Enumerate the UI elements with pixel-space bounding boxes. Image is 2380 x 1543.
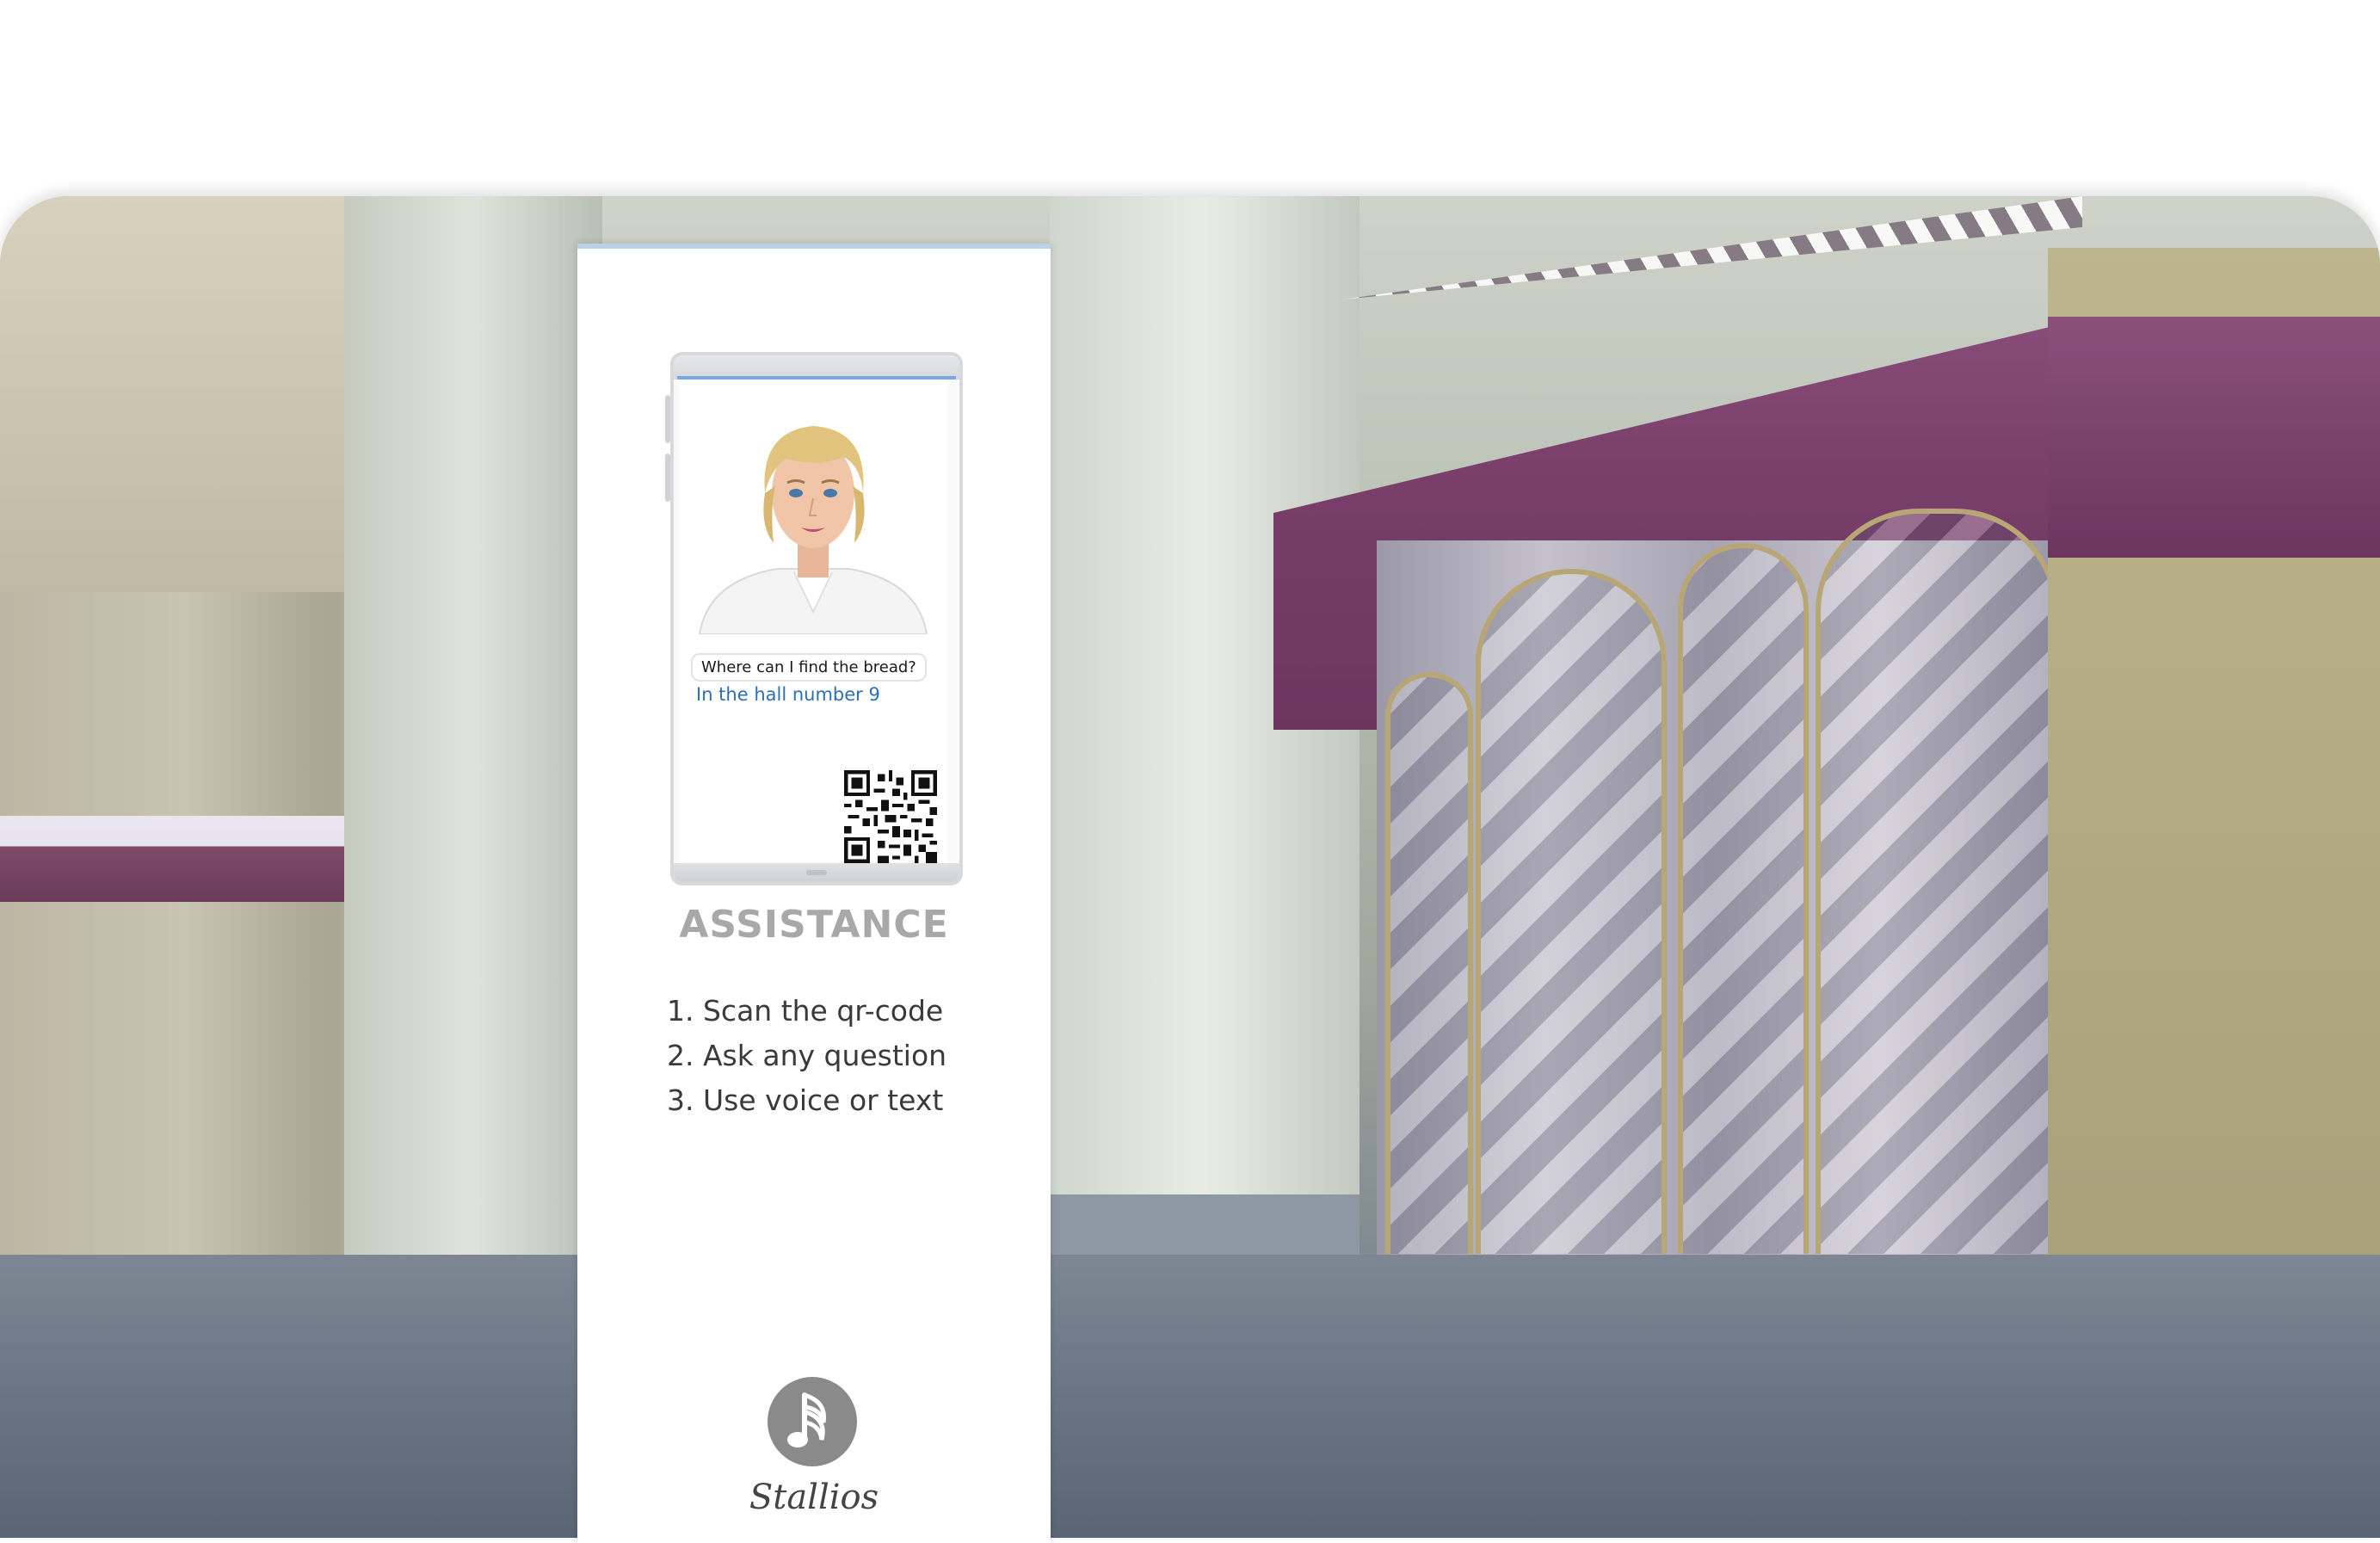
storefront-arch bbox=[1816, 509, 2058, 1254]
panel-title: ASSISTANCE bbox=[679, 903, 949, 947]
background-scene bbox=[0, 196, 2380, 1538]
chat-question-bubble: Where can I find the bread? bbox=[691, 653, 927, 682]
instruction-step: 1. Scan the qr-code bbox=[667, 994, 944, 1028]
storefront-arch bbox=[1678, 543, 1809, 1254]
phone-side-button bbox=[665, 395, 670, 443]
storefront-arch bbox=[1385, 672, 1473, 1254]
phone-home-indicator bbox=[806, 870, 827, 875]
pillar-left bbox=[344, 196, 602, 1255]
floor bbox=[0, 1255, 2380, 1538]
phone-mockup: Where can I find the bread? In the hall … bbox=[665, 352, 963, 886]
chat-answer-text: In the hall number 9 bbox=[696, 684, 880, 705]
assistant-avatar bbox=[698, 426, 928, 634]
awning-right bbox=[2048, 317, 2380, 558]
kiosk-panel: Where can I find the bread? In the hall … bbox=[577, 244, 1051, 1543]
instruction-steps: 1. Scan the qr-code 2. Ask any question … bbox=[667, 989, 946, 1123]
awning-stripes bbox=[1342, 196, 2082, 299]
instruction-step: 3. Use voice or text bbox=[667, 1083, 944, 1117]
instruction-step: 2. Ask any question bbox=[667, 1039, 947, 1072]
qr-code-icon bbox=[844, 770, 937, 863]
phone-screen: Where can I find the bread? In the hall … bbox=[679, 381, 947, 863]
phone-side-button bbox=[665, 454, 670, 502]
brand-name: Stallios bbox=[749, 1478, 879, 1517]
stallios-logo-icon bbox=[768, 1377, 857, 1466]
phone-bottom-bar bbox=[674, 863, 959, 882]
storefront-arch bbox=[1476, 569, 1667, 1254]
phone-accent-line bbox=[677, 376, 956, 380]
